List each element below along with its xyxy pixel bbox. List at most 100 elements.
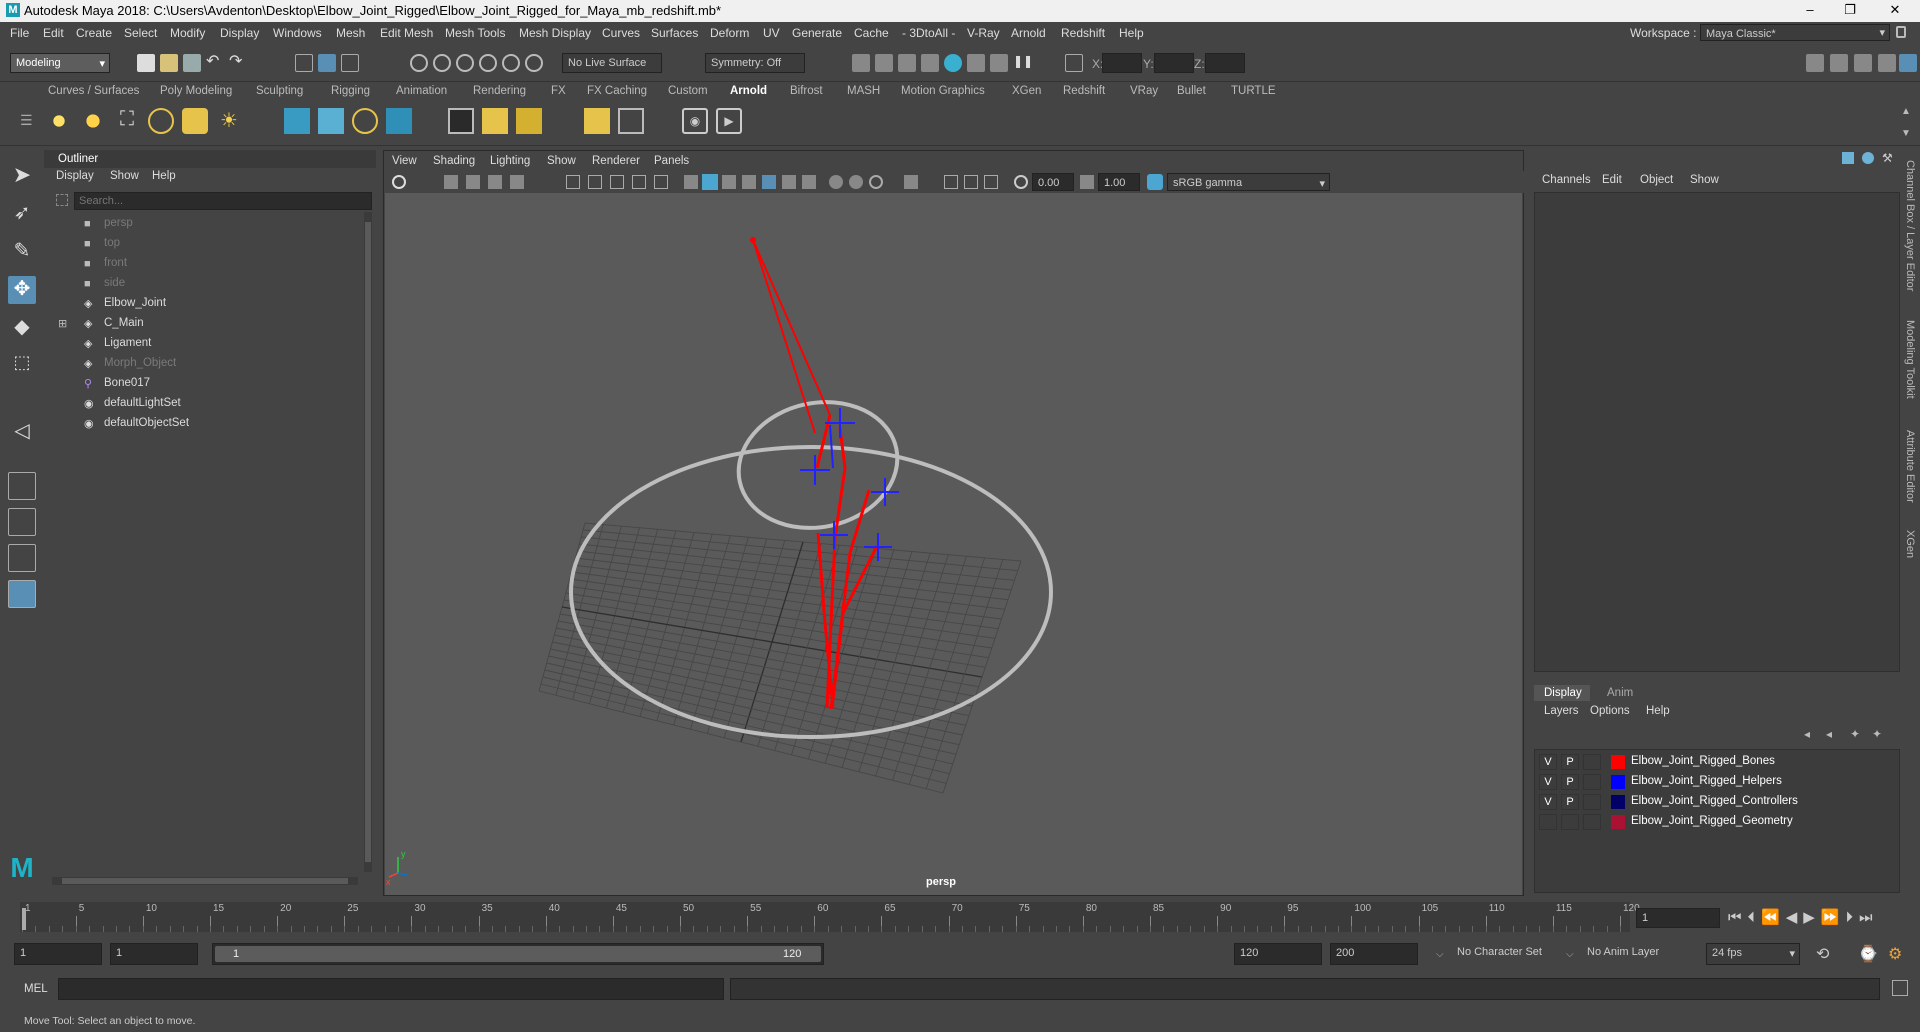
outliner-vscroll-thumb[interactable]	[365, 222, 371, 862]
x-field[interactable]	[1102, 53, 1142, 73]
wireframe-on-shaded-icon[interactable]	[762, 175, 776, 189]
move-tool-icon[interactable]: ✥	[8, 276, 36, 304]
camera-attributes-icon[interactable]	[444, 175, 458, 189]
field-chart-icon[interactable]	[654, 175, 668, 189]
move-layer-up-icon[interactable]: ◂	[1804, 727, 1810, 741]
mode-dropdown[interactable]: Modeling ▾	[10, 53, 110, 73]
render-setup-icon[interactable]	[967, 54, 985, 72]
photometric-light-icon[interactable]: ⛶	[114, 108, 140, 134]
gate-mask-icon[interactable]	[632, 175, 646, 189]
save-scene-icon[interactable]	[183, 54, 201, 72]
layer-playback-toggle[interactable]	[1561, 814, 1579, 830]
side-tab-attribute-editor[interactable]: Attribute Editor	[1904, 430, 1916, 503]
outliner-item[interactable]: ⚲ Bone017	[44, 374, 364, 394]
color-management-icon[interactable]	[1147, 174, 1163, 190]
tab-anim[interactable]: Anim	[1607, 687, 1633, 699]
shadows-icon[interactable]	[802, 175, 816, 189]
menu-mesh-tools[interactable]: Mesh Tools	[445, 26, 505, 40]
menu-cache[interactable]: Cache	[854, 26, 889, 40]
standin-icon[interactable]	[284, 108, 310, 134]
gamma-icon[interactable]	[1080, 175, 1094, 189]
textured-icon[interactable]	[742, 175, 756, 189]
side-tab-modeling-toolkit[interactable]: Modeling Toolkit	[1904, 320, 1916, 399]
layer-display-type-toggle[interactable]	[1583, 754, 1601, 770]
layer-options-menu[interactable]: Options	[1590, 705, 1630, 717]
hypershade-icon[interactable]	[944, 54, 962, 72]
outliner-vscrollbar[interactable]	[364, 212, 372, 872]
viewport-menu-show[interactable]: Show	[547, 155, 576, 167]
paint-select-tool-icon[interactable]: ✎	[8, 238, 36, 266]
flush-texture-icon[interactable]	[482, 108, 508, 134]
menu-edit[interactable]: Edit	[43, 26, 64, 40]
fps-dropdown[interactable]: 24 fps ▾	[1706, 943, 1800, 965]
shelf-tab-fx-caching[interactable]: FX Caching	[587, 85, 647, 97]
shelf-tab-sculpting[interactable]: Sculpting	[256, 85, 303, 97]
shelf-tab-vray[interactable]: VRay	[1130, 85, 1158, 97]
transform-mode-icon[interactable]	[1065, 54, 1083, 72]
snap-point-icon[interactable]	[456, 54, 474, 72]
shader-checker-icon[interactable]	[448, 108, 474, 134]
film-gate-icon[interactable]	[588, 175, 602, 189]
new-layer-icon[interactable]: ✦	[1850, 727, 1860, 741]
x-ray-joints-icon[interactable]	[984, 175, 998, 189]
layer-row[interactable]: Elbow_Joint_Rigged_Geometry	[1539, 814, 1899, 834]
outliner-item[interactable]: ⊞ ◈ C_Main	[44, 314, 364, 334]
outliner-item[interactable]: ■ side	[44, 274, 364, 294]
new-scene-icon[interactable]	[137, 54, 155, 72]
play-backward-icon[interactable]: ◀	[1786, 909, 1804, 926]
gamma-field[interactable]: 1.00	[1098, 173, 1140, 191]
animation-end-field[interactable]: 200	[1330, 943, 1418, 965]
four-pane-layout-icon[interactable]	[8, 508, 36, 536]
range-slider-bar-fill[interactable]	[215, 946, 821, 962]
viewport-menu-shading[interactable]: Shading	[433, 155, 475, 167]
shelf-tab-bullet[interactable]: Bullet	[1177, 85, 1206, 97]
step-back-icon[interactable]: ⏴	[1748, 909, 1762, 926]
outliner-hscrollbar[interactable]	[52, 877, 358, 885]
layer-display-type-toggle[interactable]	[1583, 814, 1601, 830]
layer-visibility-toggle[interactable]: V	[1539, 774, 1557, 790]
exposure-icon[interactable]	[1014, 175, 1028, 189]
character-set-dropdown[interactable]: No Character Set	[1452, 943, 1558, 965]
render-view-eye-icon[interactable]: ◉	[682, 108, 708, 134]
layer-visibility-toggle[interactable]: V	[1539, 794, 1557, 810]
render-settings-icon[interactable]	[921, 54, 939, 72]
layer-color-swatch[interactable]	[1611, 775, 1625, 789]
render-current-icon[interactable]	[875, 54, 893, 72]
x-ray-icon[interactable]	[944, 175, 958, 189]
flush-background-icon[interactable]	[516, 108, 542, 134]
two-pane-layout-icon[interactable]	[8, 544, 36, 572]
animation-preferences-icon[interactable]: ⚙	[1888, 944, 1902, 964]
layer-visibility-toggle[interactable]: V	[1539, 754, 1557, 770]
shelf-menu-icon[interactable]: ☰	[20, 112, 33, 129]
shelf-tab-rigging[interactable]: Rigging	[331, 85, 370, 97]
side-tab-channel-box[interactable]: Channel Box / Layer Editor	[1904, 160, 1916, 291]
expand-icon[interactable]: ⊞	[58, 317, 67, 330]
shelf-tab-turtle[interactable]: TURTLE	[1231, 85, 1276, 97]
layer-playback-toggle[interactable]: P	[1561, 774, 1579, 790]
menu-display[interactable]: Display	[220, 26, 259, 40]
portal-light-icon[interactable]	[182, 108, 208, 134]
snap-curve-icon[interactable]	[433, 54, 451, 72]
attribute-toggle-icon[interactable]	[1862, 152, 1874, 164]
loop-icon[interactable]: ⟲	[1816, 944, 1829, 964]
menu-curves[interactable]: Curves	[602, 26, 640, 40]
scene-view[interactable]: y x persp	[385, 193, 1522, 895]
shelf-tab-curves-surfaces[interactable]: Curves / Surfaces	[48, 85, 139, 97]
shelf-tab-xgen[interactable]: XGen	[1012, 85, 1041, 97]
current-frame-field[interactable]: 1	[1636, 908, 1720, 928]
shelf-scroll-down-icon[interactable]: ▼	[1901, 128, 1911, 139]
ipr-render-icon[interactable]	[898, 54, 916, 72]
menu-arnold[interactable]: Arnold	[1011, 26, 1046, 40]
outliner-hscroll-thumb[interactable]	[62, 878, 348, 884]
menu-uv[interactable]: UV	[763, 26, 780, 40]
outliner-item[interactable]: ■ persp	[44, 214, 364, 234]
outliner-search-input[interactable]	[74, 192, 372, 210]
undo-icon[interactable]: ↶	[206, 54, 224, 72]
grid-toggle-icon[interactable]	[566, 175, 580, 189]
menu-3dtoall[interactable]: - 3DtoAll -	[902, 26, 955, 40]
shelf-tab-poly-modeling[interactable]: Poly Modeling	[160, 85, 232, 97]
menu-modify[interactable]: Modify	[170, 26, 205, 40]
snap-surface-icon[interactable]	[502, 54, 520, 72]
skydome-light-icon[interactable]	[148, 108, 174, 134]
playback-end-field[interactable]: 120	[1234, 943, 1322, 965]
